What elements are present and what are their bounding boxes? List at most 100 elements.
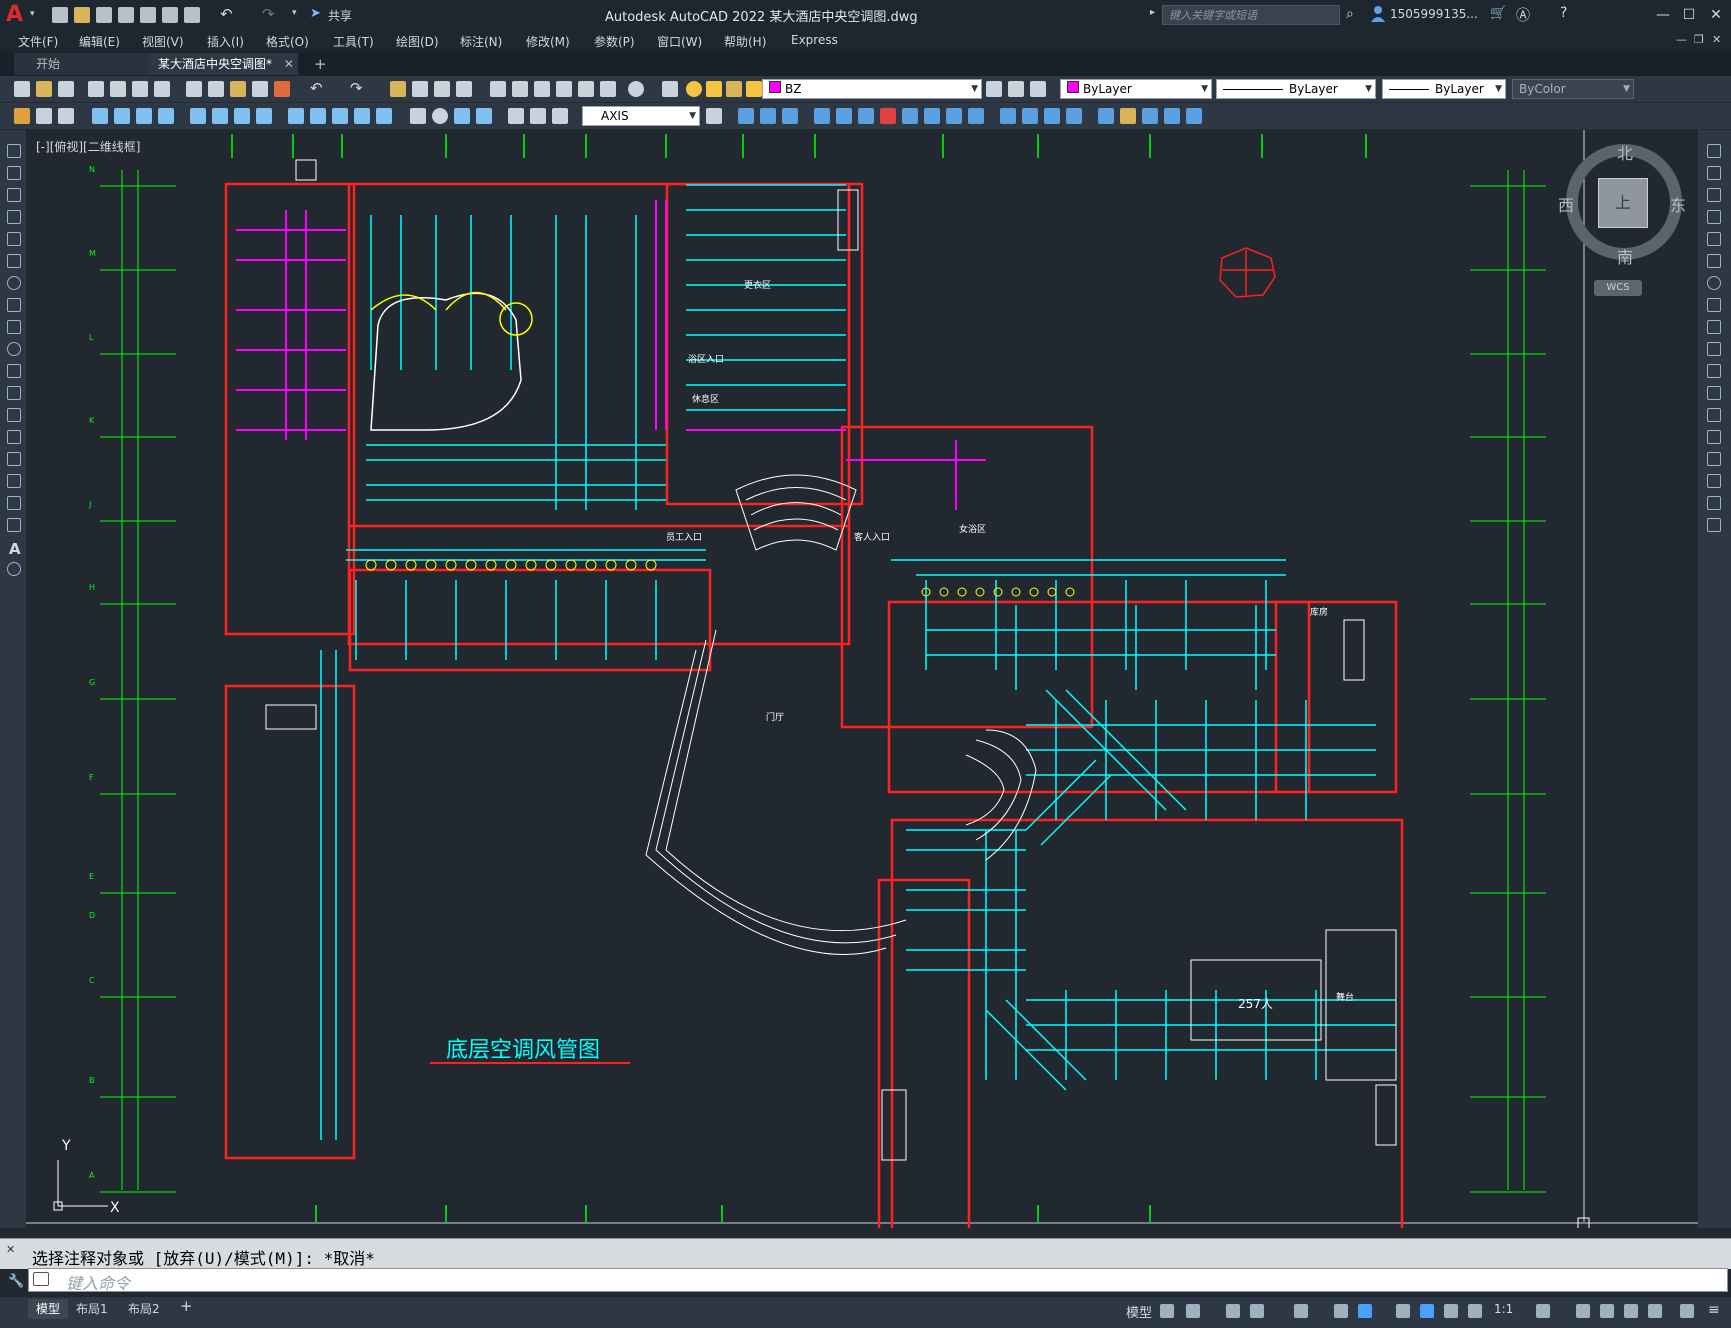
lineweight-display-icon[interactable] — [1396, 1304, 1410, 1318]
add-layout-icon[interactable]: + — [180, 1297, 193, 1315]
command-input[interactable] — [28, 1268, 1728, 1292]
annotation-scale-value[interactable]: 1:1 — [1494, 1302, 1513, 1316]
save-toolbar-icon[interactable] — [58, 81, 74, 97]
tab-close-icon[interactable]: ✕ — [284, 57, 294, 71]
print-icon[interactable] — [184, 7, 200, 23]
customize-icon[interactable]: 🔧 — [8, 1274, 24, 1289]
array-tool-icon[interactable] — [1707, 232, 1721, 246]
cart-icon[interactable]: 🛒 — [1490, 6, 1506, 21]
publish-icon[interactable] — [162, 7, 178, 23]
scale-tool-icon[interactable] — [1707, 298, 1721, 312]
dim-break-icon[interactable] — [376, 108, 392, 124]
dimstyle-dropdown[interactable]: AXIS ▼ — [582, 106, 700, 126]
cut-icon[interactable] — [186, 81, 202, 97]
viewcube-north[interactable]: 北 — [1617, 140, 1633, 164]
plot-toolbar-icon[interactable] — [88, 81, 104, 97]
spline-tool-icon[interactable] — [7, 320, 21, 334]
diameter-dim-icon[interactable] — [234, 108, 250, 124]
blend-tool-icon[interactable] — [1707, 496, 1721, 510]
viewcube-east[interactable]: 东 — [1670, 192, 1686, 216]
share-button[interactable]: 共享 — [328, 7, 352, 24]
trim-obj-icon[interactable] — [924, 108, 940, 124]
search-icon[interactable]: ⌕ — [1346, 6, 1354, 22]
move-tool-icon[interactable] — [1707, 254, 1721, 268]
viewcube[interactable]: 上 北 南 东 西 WCS — [1554, 140, 1694, 296]
layer-lock-icon[interactable] — [726, 81, 742, 97]
color-dropdown[interactable]: ByLayer ▼ — [1060, 79, 1212, 99]
menu-file[interactable]: 文件(F) — [18, 33, 58, 50]
tab-drawing[interactable]: 某大酒店中央空调图* ✕ — [148, 53, 298, 75]
stretch-tool-icon[interactable] — [1707, 320, 1721, 334]
arc-tool-icon[interactable] — [7, 254, 21, 268]
design-center-icon[interactable] — [512, 81, 528, 97]
mtext-tool-icon[interactable]: A — [9, 540, 21, 558]
polygon-tool-icon[interactable] — [7, 210, 21, 224]
mirror-obj-icon[interactable] — [760, 108, 776, 124]
make-object-current-icon[interactable] — [14, 108, 30, 124]
construction-line-icon[interactable] — [7, 166, 21, 180]
menu-dimension[interactable]: 标注(N) — [460, 33, 502, 50]
angular-dim-icon[interactable] — [256, 108, 272, 124]
preview-icon[interactable] — [110, 81, 126, 97]
help-search-input[interactable]: 键入关键字或短语 — [1162, 5, 1340, 25]
dimstyle-manager-icon[interactable] — [706, 108, 722, 124]
fillet-tool-icon[interactable] — [1707, 474, 1721, 488]
continue-dim-icon[interactable] — [332, 108, 348, 124]
jogged-linear-icon[interactable] — [476, 108, 492, 124]
insert-block-icon[interactable] — [1098, 108, 1114, 124]
gradient-tool-icon[interactable] — [7, 474, 21, 488]
3d-print-icon[interactable] — [154, 81, 170, 97]
extend-tool-icon[interactable] — [1707, 364, 1721, 378]
trim-tool-icon[interactable] — [1707, 342, 1721, 356]
sheet-set-icon[interactable] — [556, 81, 572, 97]
minimize-icon[interactable]: — — [1652, 4, 1674, 26]
center-mark-icon[interactable] — [432, 108, 448, 124]
units-icon[interactable] — [1600, 1304, 1614, 1318]
linear-dim-icon[interactable] — [92, 108, 108, 124]
copy-tool-icon[interactable] — [1707, 166, 1721, 180]
match-properties-icon[interactable] — [252, 81, 268, 97]
create-block-icon[interactable] — [1120, 108, 1136, 124]
paste-icon[interactable] — [230, 81, 246, 97]
menu-parametric[interactable]: 参数(P) — [594, 33, 635, 50]
hardware-acceleration-icon[interactable] — [1648, 1304, 1662, 1318]
publish-toolbar-icon[interactable] — [132, 81, 148, 97]
clean-screen-icon[interactable] — [1680, 1304, 1694, 1318]
layer-match-icon[interactable] — [36, 108, 52, 124]
toolbar-redo-icon[interactable]: ↷ — [350, 79, 363, 97]
extend-obj-icon[interactable] — [946, 108, 962, 124]
rotate-tool-icon[interactable] — [1707, 276, 1721, 290]
calculator-icon[interactable] — [600, 81, 616, 97]
rotate-obj-icon[interactable] — [858, 108, 874, 124]
toolbar-help-icon[interactable] — [628, 81, 644, 97]
chamfer-tool-icon[interactable] — [1707, 452, 1721, 466]
annotation-visibility-icon[interactable] — [1420, 1304, 1434, 1318]
arc-length-dim-icon[interactable] — [136, 108, 152, 124]
revcloud-tool-icon[interactable] — [7, 298, 21, 312]
table-tool-icon[interactable] — [7, 518, 21, 532]
open-icon[interactable] — [36, 81, 52, 97]
isometric-drafting-icon[interactable] — [1294, 1304, 1308, 1318]
layout-tab-2[interactable]: 布局2 — [120, 1299, 168, 1319]
explode-obj-icon[interactable] — [1066, 108, 1082, 124]
annotation-monitor-icon[interactable] — [1576, 1304, 1590, 1318]
radius-dim-icon[interactable] — [190, 108, 206, 124]
copy-icon[interactable] — [208, 81, 224, 97]
insert-block-tool-icon[interactable] — [7, 386, 21, 400]
polyline-tool-icon[interactable] — [7, 188, 21, 202]
drawing-canvas[interactable]: [-][俯视][二维线框] Y X 底层空调风管图 257人 门厅 客人入口 员… — [26, 130, 1698, 1228]
layout-tab-model[interactable]: 模型 — [28, 1299, 69, 1319]
ellipse-arc-tool-icon[interactable] — [7, 364, 21, 378]
aligned-dim-icon[interactable] — [114, 108, 130, 124]
layout-tab-1[interactable]: 布局1 — [68, 1299, 116, 1319]
object-snap-icon[interactable] — [1358, 1304, 1372, 1318]
workspace-switch-icon[interactable] — [1536, 1304, 1550, 1318]
status-customize-icon[interactable]: ≡ — [1708, 1302, 1720, 1318]
line-tool-icon[interactable] — [7, 144, 21, 158]
point-tool-icon[interactable] — [7, 430, 21, 444]
join-obj-icon[interactable] — [1000, 108, 1016, 124]
menu-edit[interactable]: 编辑(E) — [79, 33, 120, 50]
markup-icon[interactable] — [578, 81, 594, 97]
join-tool-icon[interactable] — [1707, 430, 1721, 444]
autocad-logo-icon[interactable]: A — [6, 3, 30, 27]
